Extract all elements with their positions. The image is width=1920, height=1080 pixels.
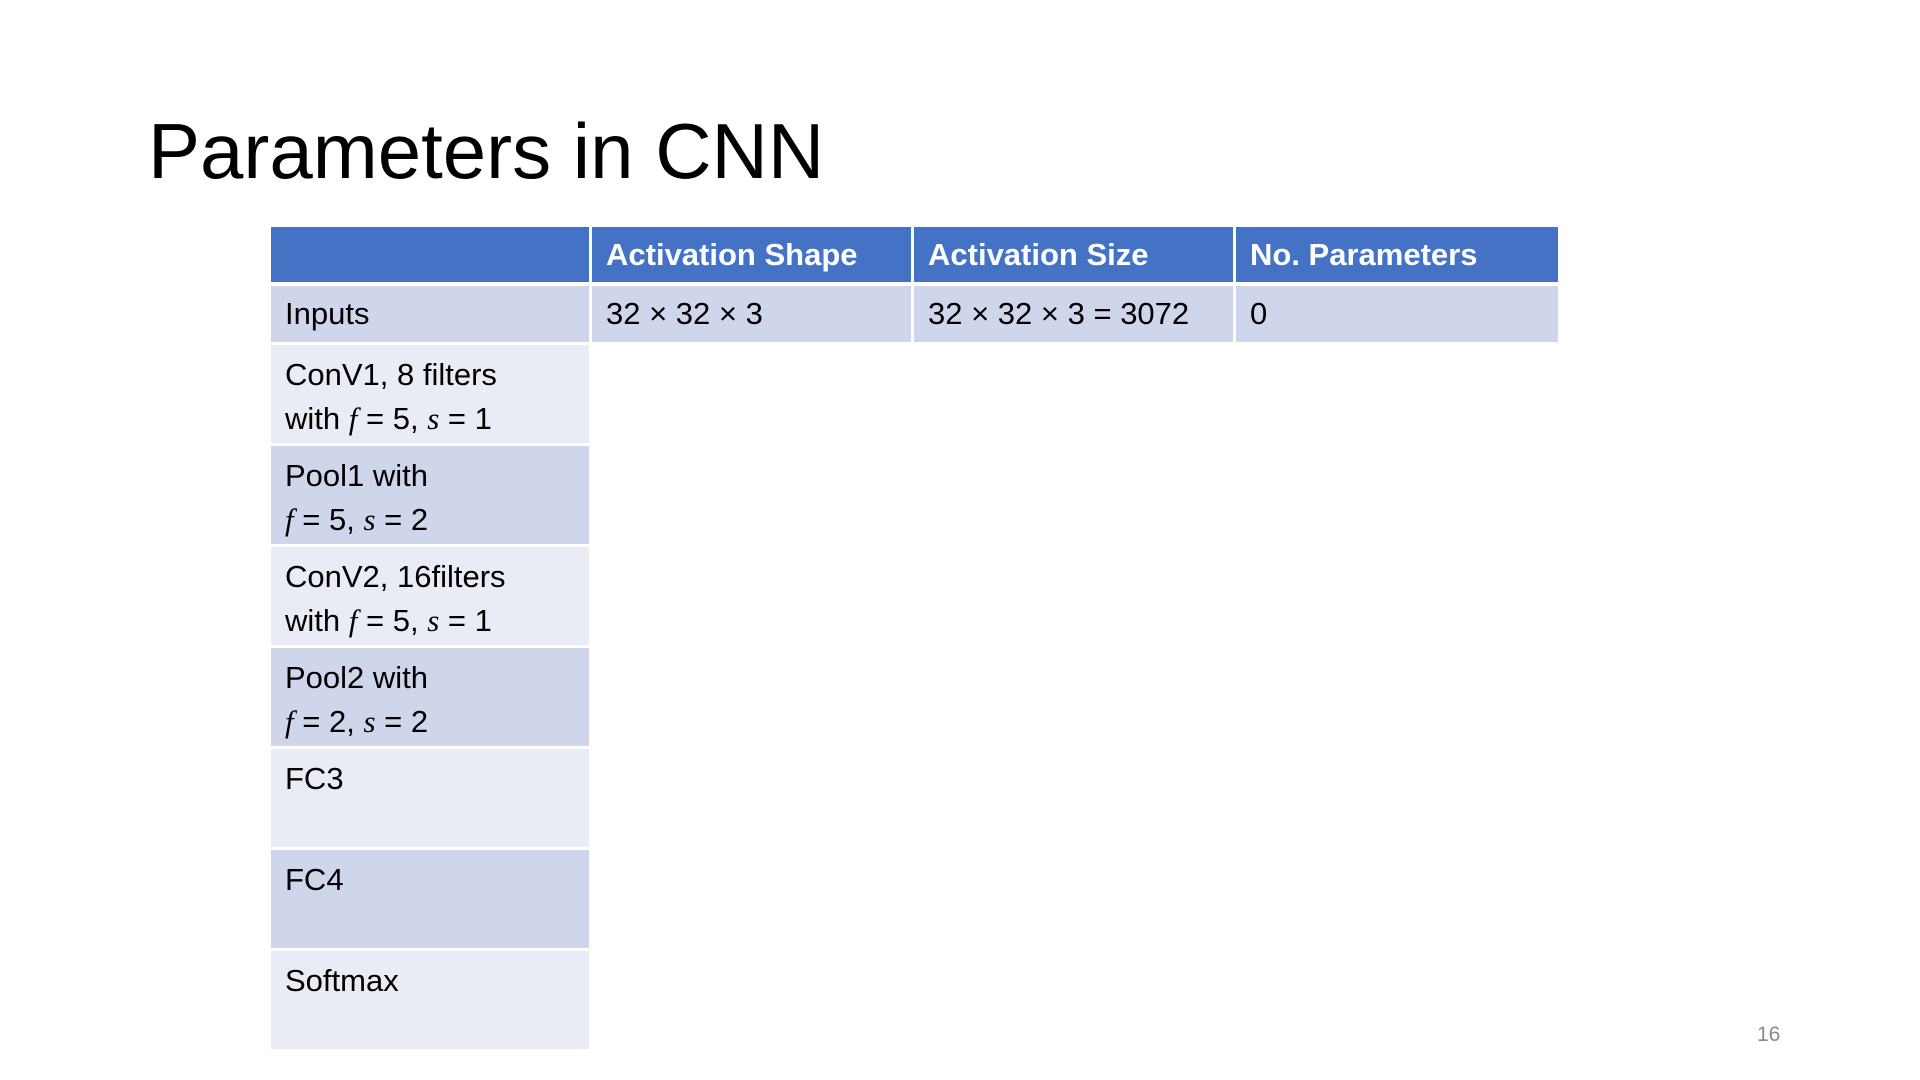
f-value: = 5, [357,401,419,437]
f-value: = 5, [357,603,419,639]
activation-size-cell [914,749,1236,850]
table-row: ConV1, 8 filters with f = 5, s = 1 [271,345,1558,446]
row-label-line1: Pool1 with [285,458,429,493]
table-row: Softmax [271,951,1558,1052]
s-value: = 2 [375,704,429,740]
s-value: = 1 [439,401,492,437]
row-label: Pool2 with f = 2, s = 2 [271,648,592,749]
no-parameters-cell [1236,648,1558,749]
row-label-prefix: with [285,401,349,437]
s-symbol: s [427,401,440,437]
no-parameters-cell [1236,446,1558,547]
row-label-line1: Pool2 with [285,660,429,695]
activation-shape-cell [592,850,914,951]
f-symbol: f [285,502,294,538]
table-header-row: Activation Shape Activation Size No. Par… [271,227,1558,286]
row-label: ConV1, 8 filters with f = 5, s = 1 [271,345,592,446]
s-symbol: s [427,603,440,639]
row-label: FC4 [271,850,592,951]
f-symbol: f [285,704,294,740]
activation-shape-cell: 32 × 32 × 3 [592,286,914,345]
page-number: 16 [1757,1023,1781,1046]
no-parameters-cell [1236,547,1558,648]
slide-title: Parameters in CNN [148,107,825,195]
no-parameters-cell: 0 [1236,286,1558,345]
activation-shape-cell [592,345,914,446]
activation-size-cell: 32 × 32 × 3 = 3072 [914,286,1236,345]
s-value: = 1 [439,603,492,639]
table-row: ConV2, 16filters with f = 5, s = 1 [271,547,1558,648]
activation-size-cell [914,345,1236,446]
no-parameters-cell [1236,749,1558,850]
activation-size-cell [914,648,1236,749]
s-symbol: s [363,502,376,538]
row-label: ConV2, 16filters with f = 5, s = 1 [271,547,592,648]
row-label: Softmax [271,951,592,1052]
header-cell-layer [271,227,592,286]
activation-size-cell [914,547,1236,648]
row-label-line1: ConV1, 8 filters [285,357,497,392]
slide: Parameters in CNN Activation Shape Activ… [0,0,1920,1080]
activation-size-cell [914,446,1236,547]
activation-shape-cell [592,446,914,547]
table-row: Inputs 32 × 32 × 3 32 × 32 × 3 = 3072 0 [271,286,1558,345]
activation-shape-cell [592,749,914,850]
row-label-prefix: with [285,603,349,639]
header-cell-activation-size: Activation Size [914,227,1236,286]
table-row: Pool2 with f = 2, s = 2 [271,648,1558,749]
activation-size-cell [914,850,1236,951]
activation-size-cell [914,951,1236,1052]
row-label: FC3 [271,749,592,850]
f-value: = 2, [293,704,355,740]
activation-shape-cell [592,547,914,648]
s-value: = 2 [375,502,429,538]
header-cell-no-parameters: No. Parameters [1236,227,1558,286]
activation-shape-cell [592,648,914,749]
no-parameters-cell [1236,951,1558,1052]
cnn-parameters-table: Activation Shape Activation Size No. Par… [271,227,1558,1052]
no-parameters-cell [1236,345,1558,446]
table-row: FC3 [271,749,1558,850]
s-symbol: s [363,704,376,740]
no-parameters-cell [1236,850,1558,951]
activation-shape-cell [592,951,914,1052]
f-value: = 5, [293,502,355,538]
row-label: Inputs [271,286,592,345]
table-row: Pool1 with f = 5, s = 2 [271,446,1558,547]
row-label-line1: ConV2, 16filters [285,559,506,594]
table-row: FC4 [271,850,1558,951]
header-cell-activation-shape: Activation Shape [592,227,914,286]
row-label: Pool1 with f = 5, s = 2 [271,446,592,547]
